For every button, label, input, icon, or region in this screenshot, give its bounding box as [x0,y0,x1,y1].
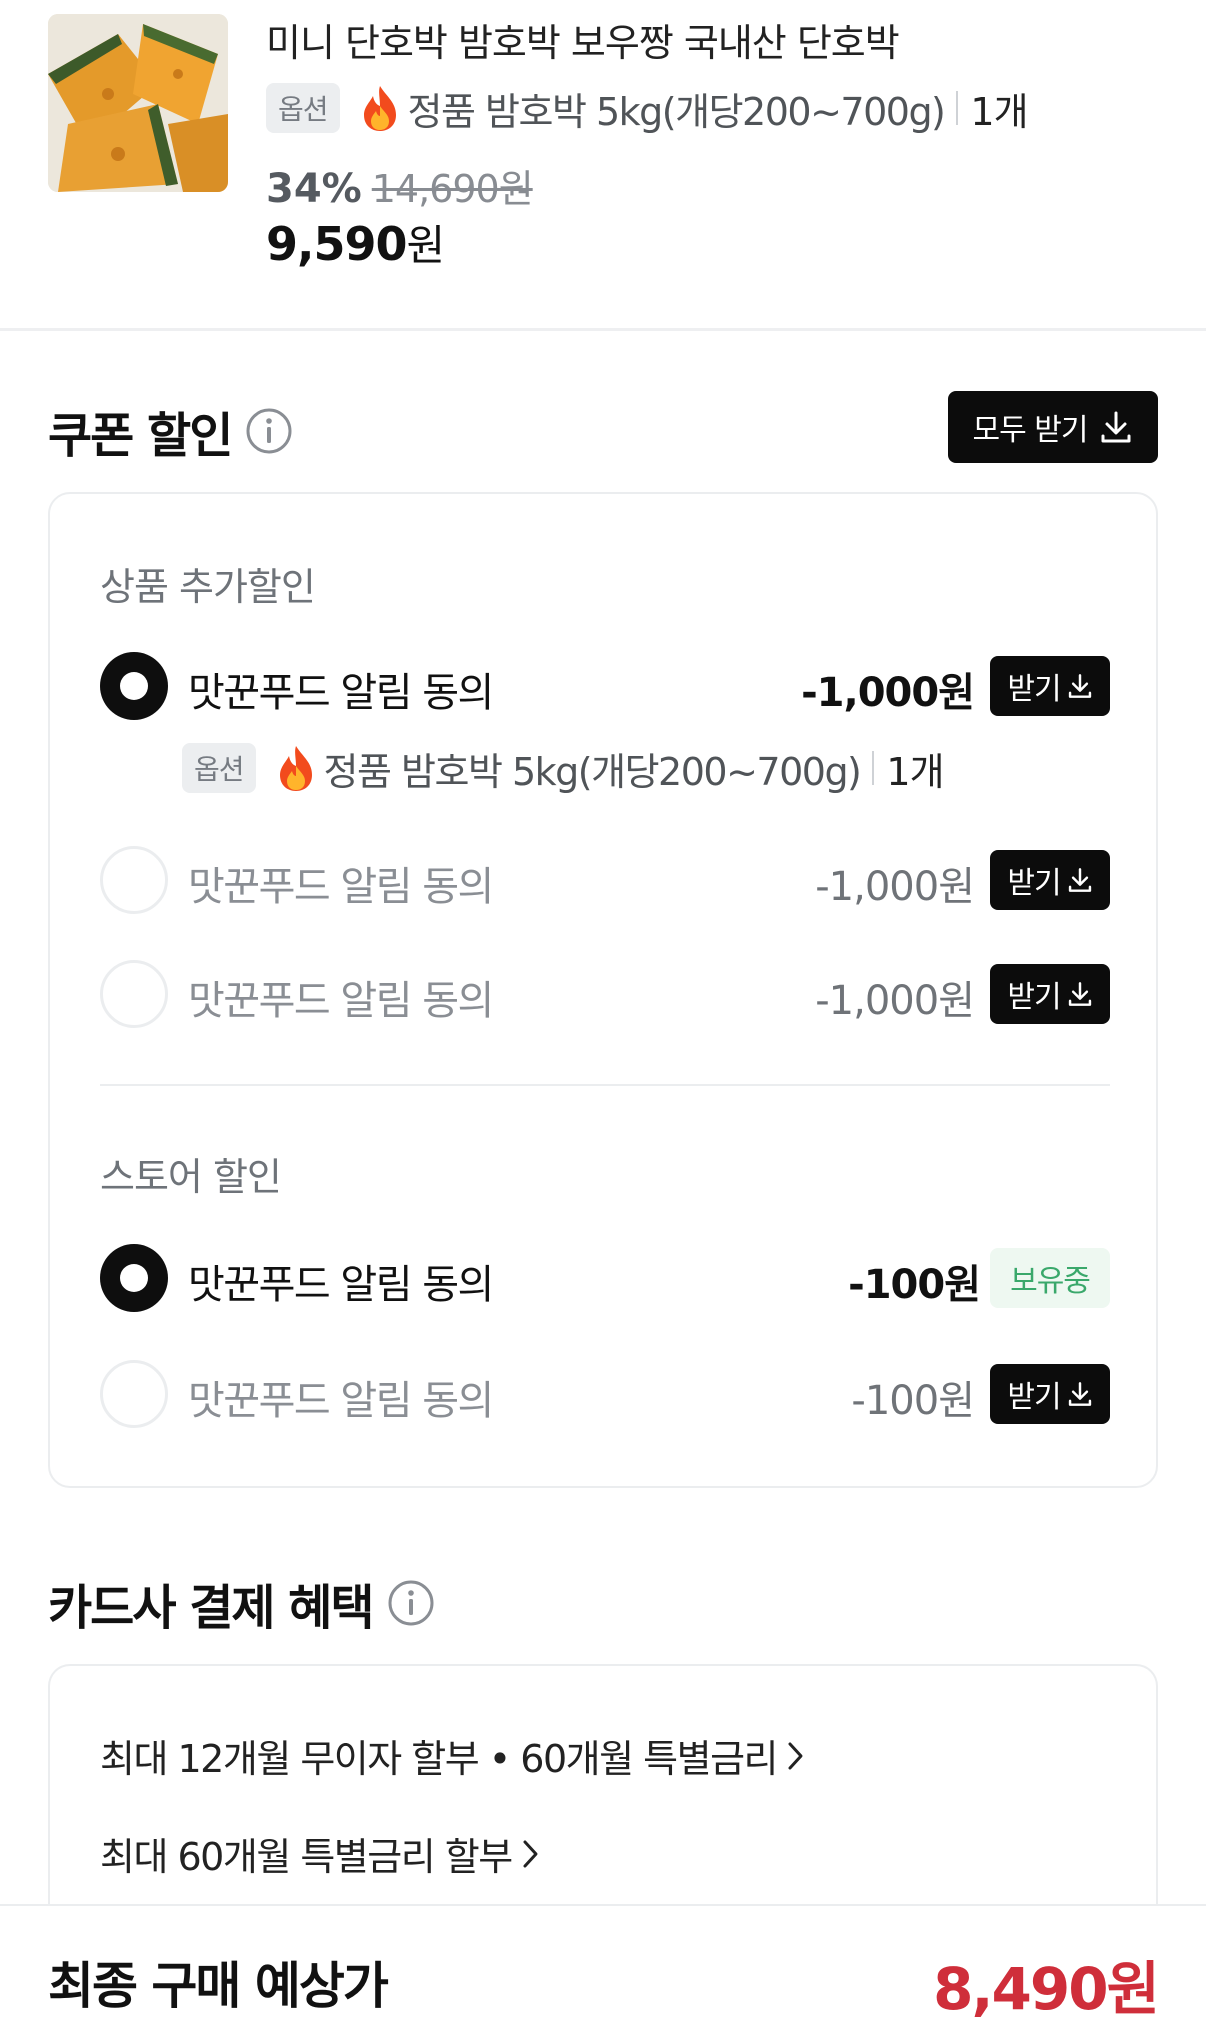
card-benefit-link[interactable]: 최대 60개월 특별금리 할부 [100,1826,542,1881]
group-divider [100,1084,1110,1086]
receive-label: 받기 [1007,980,1061,1015]
discount-rate: 34% [266,166,362,212]
coupon-amount: -1,000원 [801,670,975,716]
card-section-header: 카드사 결제 혜택 [48,1568,435,1638]
applied-option: 옵션 정품 밤호박 5kg(개당200~700g) 1개 [182,738,945,798]
coupon-card: 상품 추가할인 맛꾼푸드 알림 동의 -1,000원 받기 옵션 정품 밤호박 … [48,492,1158,1488]
product-title[interactable]: 미니 단호박 밤호박 보우짱 국내산 단호박 [266,12,900,67]
option-quantity: 1개 [970,89,1028,134]
receive-label: 받기 [1007,866,1061,901]
section-divider [0,328,1206,331]
card-benefit-link[interactable]: 최대 12개월 무이자 할부 • 60개월 특별금리 [100,1728,807,1783]
coupon-label: 맛꾼푸드 알림 동의 [188,978,494,1024]
coupon-section-title: 쿠폰 할인 [48,408,233,464]
download-icon [1068,868,1091,892]
sale-price: 9,590원 [266,212,446,273]
option-separator [956,91,959,125]
coupon-amount: -1,000원 [815,978,975,1024]
benefit-text: 최대 60개월 특별금리 할부 [100,1835,513,1879]
download-icon [1068,674,1091,698]
radio-unselected[interactable] [100,960,168,1028]
product-coupon-group-label: 상품 추가할인 [100,565,316,609]
final-price-bar: 최종 구매 예상가 8,490원 [0,1904,1206,2033]
owned-badge: 보유중 [990,1248,1110,1308]
product-option: 옵션 정품 밤호박 5kg(개당200~700g) 1개 [266,82,1029,134]
final-price-value: 8,490원 [933,1955,1160,2023]
fire-emoji-icon [279,746,312,791]
download-icon [1068,1382,1091,1406]
receive-coupon-button[interactable]: 받기 [990,1364,1110,1424]
store-coupon-group-label: 스토어 할인 [100,1155,282,1199]
radio-selected[interactable] [100,1244,168,1312]
coupon-label: 맛꾼푸드 알림 동의 [188,864,494,910]
card-section-title: 카드사 결제 혜택 [48,1580,375,1636]
fire-emoji-icon [363,86,396,131]
coupon-row[interactable]: 맛꾼푸드 알림 동의 -100원 받기 [100,1360,1110,1428]
radio-selected[interactable] [100,652,168,720]
coupon-amount: -100원 [848,1262,981,1308]
download-icon [1101,411,1131,443]
radio-unselected[interactable] [100,1360,168,1428]
coupon-amount: -1,000원 [815,864,975,910]
info-icon[interactable] [245,407,293,455]
coupon-amount: -100원 [851,1378,975,1424]
card-benefit-card: 최대 12개월 무이자 할부 • 60개월 특별금리 최대 60개월 특별금리 … [48,1664,1158,1924]
product-summary: 미니 단호박 밤호박 보우짱 국내산 단호박 옵션 정품 밤호박 5kg(개당2… [0,0,1206,328]
info-icon[interactable] [387,1579,435,1627]
option-text: 정품 밤호박 5kg(개당200~700g) [323,749,862,794]
receive-coupon-button[interactable]: 받기 [990,656,1110,716]
coupon-label: 맛꾼푸드 알림 동의 [188,1262,494,1308]
coupon-row[interactable]: 맛꾼푸드 알림 동의 -1,000원 받기 [100,846,1110,914]
chevron-right-icon [788,1742,803,1769]
receive-all-label: 모두 받기 [972,413,1089,448]
product-thumbnail[interactable] [48,14,228,192]
sale-price-value: 9,590 [266,217,408,271]
final-price-label: 최종 구매 예상가 [48,1957,389,2015]
coupon-row[interactable]: 맛꾼푸드 알림 동의 -1,000원 받기 [100,652,1110,720]
coupon-row[interactable]: 맛꾼푸드 알림 동의 -1,000원 받기 [100,960,1110,1028]
receive-coupon-button[interactable]: 받기 [990,850,1110,910]
option-text: 정품 밤호박 5kg(개당200~700g) [407,89,946,134]
receive-all-button[interactable]: 모두 받기 [948,391,1158,463]
pumpkin-image [48,14,228,192]
option-quantity: 1개 [886,749,944,794]
original-price: 14,690원 [371,167,534,211]
receive-label: 받기 [1007,672,1061,707]
sale-price-unit: 원 [406,221,446,270]
radio-unselected[interactable] [100,846,168,914]
coupon-label: 맛꾼푸드 알림 동의 [188,1378,494,1424]
coupon-label: 맛꾼푸드 알림 동의 [188,670,494,716]
coupon-row[interactable]: 맛꾼푸드 알림 동의 -100원 보유중 [100,1244,1110,1312]
benefit-text: 최대 12개월 무이자 할부 • 60개월 특별금리 [100,1737,779,1781]
receive-label: 받기 [1007,1380,1061,1415]
option-badge: 옵션 [182,743,256,793]
option-separator [872,751,875,785]
receive-coupon-button[interactable]: 받기 [990,964,1110,1024]
discount-row: 34% 14,690원 [266,158,534,213]
chevron-right-icon [523,1840,538,1867]
download-icon [1068,982,1091,1006]
option-badge: 옵션 [266,83,340,133]
coupon-section-header: 쿠폰 할인 [48,396,293,466]
